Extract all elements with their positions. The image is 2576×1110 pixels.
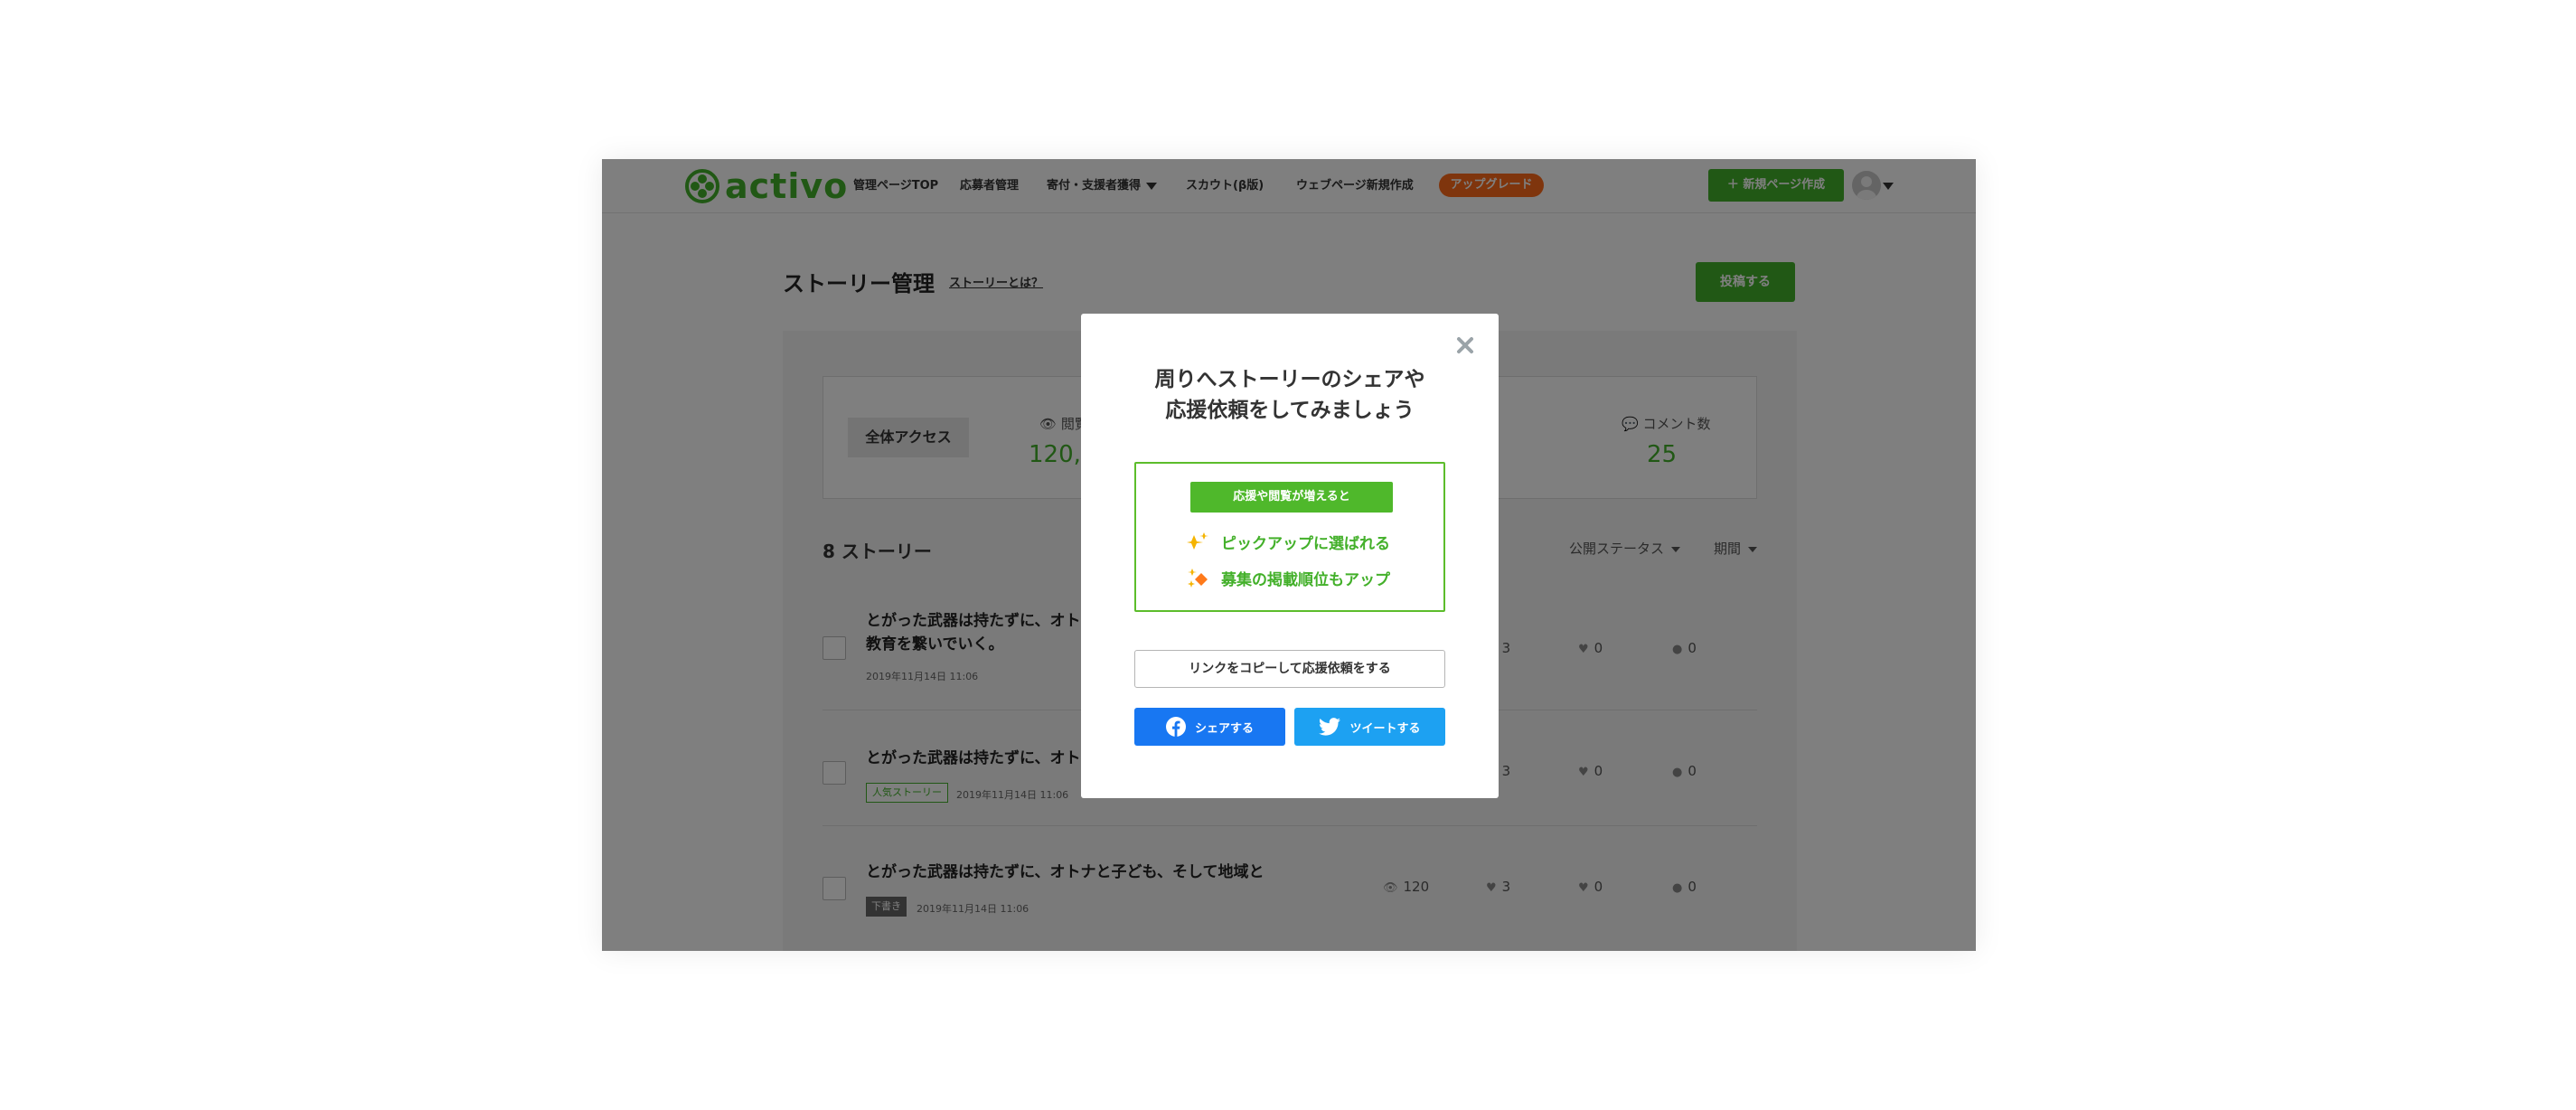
benefit-ranking-text: 募集の掲載順位もアップ xyxy=(1221,571,1390,589)
benefit-ranking: 募集の掲載順位もアップ xyxy=(1187,567,1390,589)
benefit-pickup-text: ピックアップに選ばれる xyxy=(1221,535,1390,553)
app-window: activo 管理ページTOP 応募者管理 寄付・支援者獲得 スカウト(β版) … xyxy=(602,159,1976,951)
copy-link-button[interactable]: リンクをコピーして応援依頼をする xyxy=(1134,650,1445,688)
twitter-share-label: ツイートする xyxy=(1349,721,1421,736)
twitter-share-button[interactable]: ツイートする xyxy=(1294,708,1445,746)
facebook-share-button[interactable]: シェアする xyxy=(1134,708,1285,746)
close-icon[interactable] xyxy=(1452,332,1479,359)
benefit-badge: 応援や閲覧が増えると xyxy=(1190,482,1393,513)
twitter-icon xyxy=(1319,718,1341,736)
benefit-pickup: ピックアップに選ばれる xyxy=(1187,531,1390,553)
share-modal: 周りへストーリーのシェアや 応援依頼をしてみましょう 応援や閲覧が増えると ピッ… xyxy=(1081,314,1499,798)
sparkle-icon xyxy=(1187,531,1208,550)
benefit-box: 応援や閲覧が増えると ピックアップに選ばれる 募集の掲載順位もアップ xyxy=(1134,462,1445,612)
diamond-sparkle-icon xyxy=(1188,568,1208,588)
facebook-share-label: シェアする xyxy=(1194,721,1254,736)
modal-title-line2: 応援依頼をしてみましょう xyxy=(1165,399,1415,422)
facebook-icon xyxy=(1165,717,1186,737)
modal-title: 周りへストーリーのシェアや 応援依頼をしてみましょう xyxy=(1081,364,1499,426)
modal-title-line1: 周りへストーリーのシェアや xyxy=(1154,368,1425,391)
